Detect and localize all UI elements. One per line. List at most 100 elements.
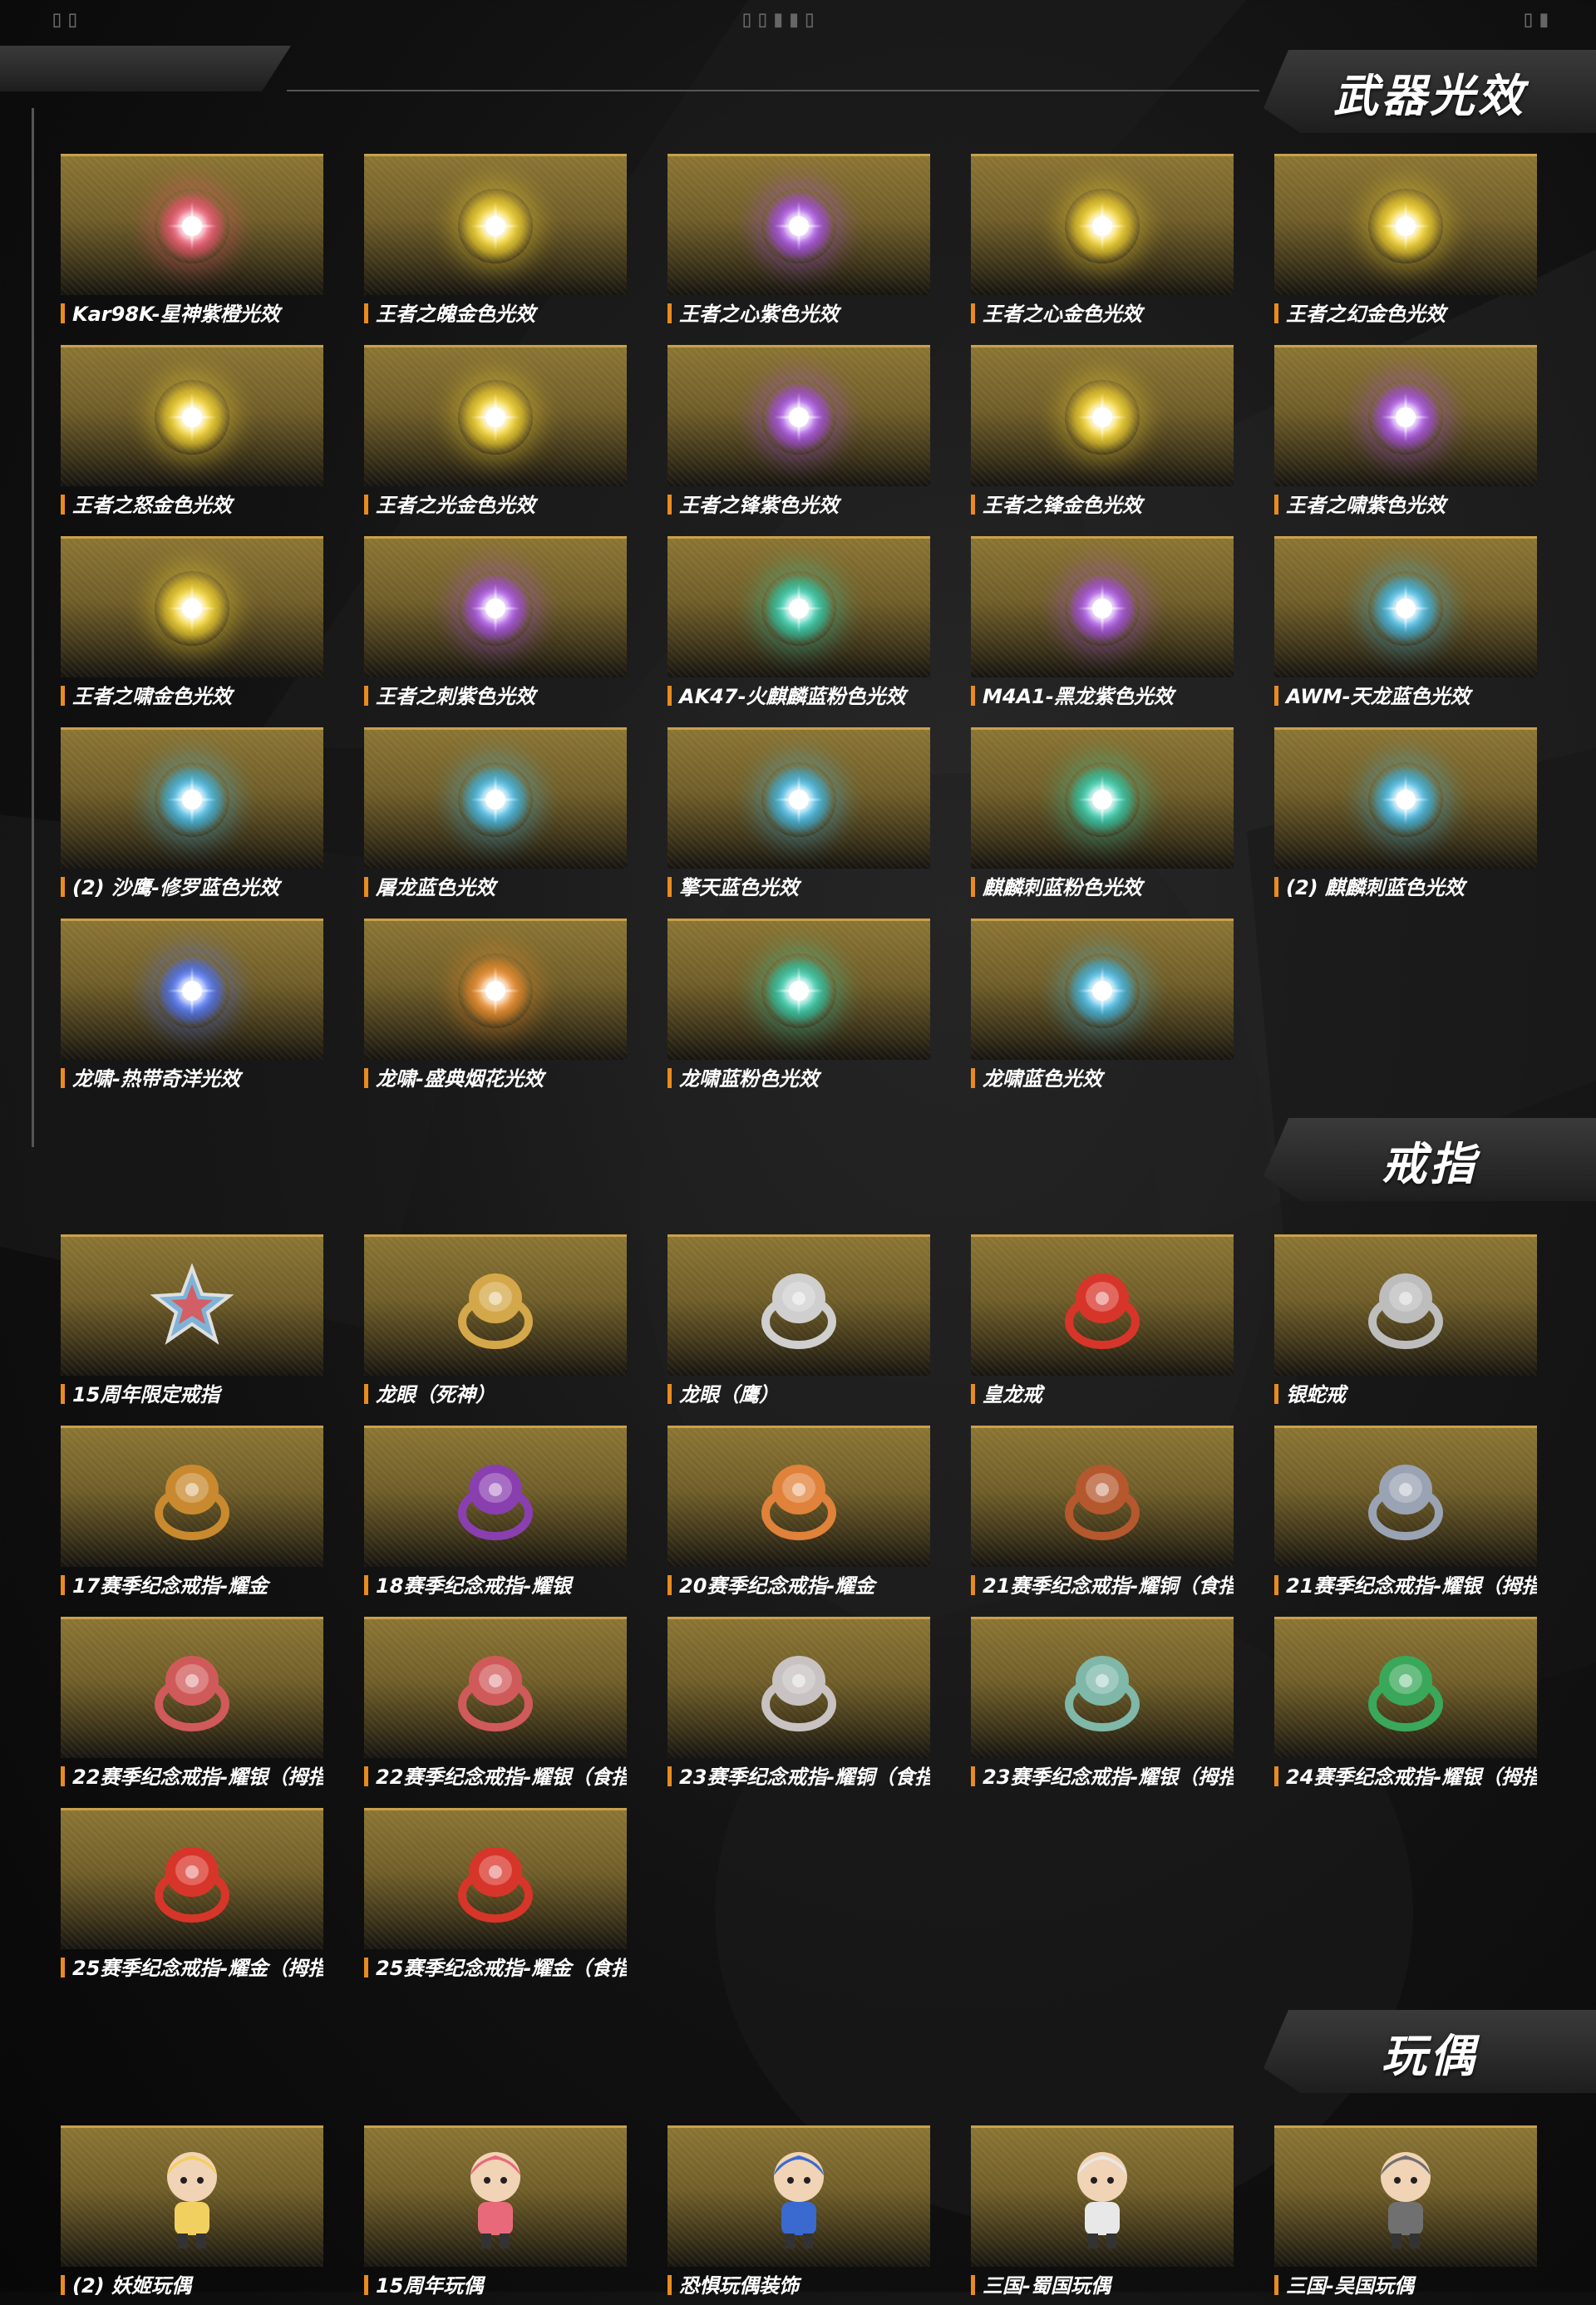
item-label: 三国-蜀国玩偶 bbox=[983, 2274, 1111, 2298]
rings-item-card[interactable]: 21赛季纪念戒指-耀银（拇指） bbox=[1274, 1426, 1537, 1605]
item-label-row: 18赛季纪念戒指-耀银 bbox=[364, 1572, 627, 1600]
rings-item-card[interactable]: 龙眼（死神） bbox=[364, 1234, 627, 1414]
effects-item-card[interactable]: 王者之锋金色光效 bbox=[971, 345, 1234, 525]
rings-item-card[interactable]: 20赛季纪念戒指-耀金 bbox=[667, 1426, 930, 1605]
label-accent-bar bbox=[1274, 495, 1278, 515]
label-accent-bar bbox=[1274, 877, 1278, 897]
item-thumbnail bbox=[667, 154, 930, 295]
item-thumbnail bbox=[971, 1617, 1234, 1758]
effects-item-card[interactable]: 王者之光金色光效 bbox=[364, 345, 627, 525]
item-thumbnail bbox=[667, 1617, 930, 1758]
item-label-row: 龙眼（鹰） bbox=[667, 1381, 930, 1409]
label-accent-bar bbox=[1274, 303, 1278, 323]
rings-item-card[interactable]: 22赛季纪念戒指-耀银（食指） bbox=[364, 1617, 627, 1796]
item-label-row: 23赛季纪念戒指-耀铜（食指） bbox=[667, 1763, 930, 1791]
item-label: 龙啸蓝粉色光效 bbox=[679, 1067, 819, 1091]
item-label: 王者之啸金色光效 bbox=[72, 685, 232, 708]
dolls-item-card[interactable]: 恐惧玩偶装饰 bbox=[667, 2125, 930, 2305]
effects-item-card[interactable]: AWM-天龙蓝色光效 bbox=[1274, 536, 1537, 716]
effects-item-card[interactable]: 王者之啸金色光效 bbox=[61, 536, 323, 716]
item-label-row: 21赛季纪念戒指-耀铜（食指） bbox=[971, 1572, 1234, 1600]
item-label: 王者之锋金色光效 bbox=[983, 494, 1142, 517]
item-label: 王者之光金色光效 bbox=[376, 494, 535, 517]
item-label: 龙眼（鹰） bbox=[679, 1383, 779, 1406]
effects-item-card[interactable]: 王者之刺紫色光效 bbox=[364, 536, 627, 716]
effects-item-card[interactable]: 王者之魄金色光效 bbox=[364, 154, 627, 333]
effects-item-card[interactable]: 王者之幻金色光效 bbox=[1274, 154, 1537, 333]
effects-item-card[interactable]: 龙啸蓝色光效 bbox=[971, 919, 1234, 1098]
effects-item-card[interactable]: Kar98K-星神紫橙光效 bbox=[61, 154, 323, 333]
effects-item-card[interactable]: 王者之锋紫色光效 bbox=[667, 345, 930, 525]
effects-item-card[interactable]: 龙啸蓝粉色光效 bbox=[667, 919, 930, 1098]
effects-item-card[interactable]: (2) 麒麟刺蓝色光效 bbox=[1274, 727, 1537, 907]
item-label: 21赛季纪念戒指-耀铜（食指） bbox=[983, 1574, 1234, 1598]
rings-item-card[interactable]: 银蛇戒 bbox=[1274, 1234, 1537, 1414]
label-accent-bar bbox=[61, 877, 65, 897]
glow-orb-icon bbox=[155, 188, 229, 263]
item-label-row: 22赛季纪念戒指-耀银（食指） bbox=[364, 1763, 627, 1791]
dolls-item-card[interactable]: 三国-蜀国玩偶 bbox=[971, 2125, 1234, 2305]
item-thumbnail bbox=[667, 536, 930, 677]
item-thumbnail bbox=[667, 919, 930, 1060]
item-label: 擎天蓝色光效 bbox=[679, 876, 799, 899]
item-label-row: 王者之光金色光效 bbox=[364, 491, 627, 520]
glow-orb-icon bbox=[1065, 379, 1140, 455]
rings-item-card[interactable]: 22赛季纪念戒指-耀银（拇指） bbox=[61, 1617, 323, 1796]
ring-icon bbox=[155, 1464, 229, 1540]
rings-item-card[interactable]: 15周年限定戒指 bbox=[61, 1234, 323, 1414]
effects-item-card[interactable]: 擎天蓝色光效 bbox=[667, 727, 930, 907]
item-label: (2) 麒麟刺蓝色光效 bbox=[1286, 876, 1465, 899]
top-left-tab bbox=[0, 46, 291, 91]
item-thumbnail bbox=[667, 1426, 930, 1567]
effects-item-card[interactable]: AK47-火麒麟蓝粉色光效 bbox=[667, 536, 930, 716]
effects-item-card[interactable]: 王者之心紫色光效 bbox=[667, 154, 930, 333]
effects-item-card[interactable]: 麒麟刺蓝粉色光效 bbox=[971, 727, 1234, 907]
glow-orb-icon bbox=[155, 761, 229, 837]
rings-item-card[interactable]: 25赛季纪念戒指-耀金（食指） bbox=[364, 1808, 627, 1987]
dolls-item-card[interactable]: (2) 妖姬玩偶 bbox=[61, 2125, 323, 2305]
rings-item-card[interactable]: 23赛季纪念戒指-耀铜（食指） bbox=[667, 1617, 930, 1796]
glow-orb-icon bbox=[155, 953, 229, 1028]
effects-item-card[interactable]: M4A1-黑龙紫色光效 bbox=[971, 536, 1234, 716]
dolls-item-card[interactable]: 15周年玩偶 bbox=[364, 2125, 627, 2305]
effects-item-card[interactable]: 龙啸-热带奇洋光效 bbox=[61, 919, 323, 1098]
label-accent-bar bbox=[364, 1766, 368, 1786]
ring-icon bbox=[458, 1273, 533, 1349]
item-thumbnail bbox=[364, 727, 627, 869]
rings-item-card[interactable]: 17赛季纪念戒指-耀金 bbox=[61, 1426, 323, 1605]
label-accent-bar bbox=[1274, 1766, 1278, 1786]
rings-item-card[interactable]: 23赛季纪念戒指-耀银（拇指） bbox=[971, 1617, 1234, 1796]
item-label: 屠龙蓝色光效 bbox=[376, 876, 495, 899]
label-accent-bar bbox=[1274, 2275, 1278, 2295]
effects-item-card[interactable]: 王者之怒金色光效 bbox=[61, 345, 323, 525]
item-label: 龙眼（死神） bbox=[376, 1383, 495, 1406]
item-label: 20赛季纪念戒指-耀金 bbox=[679, 1574, 875, 1598]
rings-item-card[interactable]: 龙眼（鹰） bbox=[667, 1234, 930, 1414]
effects-item-card[interactable]: 屠龙蓝色光效 bbox=[364, 727, 627, 907]
item-label-row: 25赛季纪念戒指-耀金（拇指） bbox=[61, 1954, 323, 1982]
item-label: (2) 沙鹰-修罗蓝色光效 bbox=[72, 876, 279, 899]
effects-item-card[interactable]: 龙啸-盛典烟花光效 bbox=[364, 919, 627, 1098]
rings-item-card[interactable]: 24赛季纪念戒指-耀银（拇指） bbox=[1274, 1617, 1537, 1796]
effects-item-card[interactable]: (2) 沙鹰-修罗蓝色光效 bbox=[61, 727, 323, 907]
label-accent-bar bbox=[971, 2275, 975, 2295]
glow-orb-icon bbox=[761, 953, 836, 1028]
item-label-row: 王者之锋紫色光效 bbox=[667, 491, 930, 520]
glow-orb-icon bbox=[1065, 761, 1140, 837]
item-label-row: 三国-吴国玩偶 bbox=[1274, 2272, 1537, 2300]
item-thumbnail bbox=[1274, 1234, 1537, 1376]
dolls-item-card[interactable]: 三国-吴国玩偶 bbox=[1274, 2125, 1537, 2305]
effects-item-card[interactable]: 王者之啸紫色光效 bbox=[1274, 345, 1537, 525]
label-accent-bar bbox=[1274, 1575, 1278, 1595]
effects-item-card[interactable]: 王者之心金色光效 bbox=[971, 154, 1234, 333]
label-accent-bar bbox=[971, 686, 975, 706]
item-label: 22赛季纪念戒指-耀银（食指） bbox=[376, 1766, 627, 1789]
label-accent-bar bbox=[61, 1766, 65, 1786]
rings-item-card[interactable]: 皇龙戒 bbox=[971, 1234, 1234, 1414]
item-label-row: (2) 沙鹰-修罗蓝色光效 bbox=[61, 874, 323, 902]
top-rule bbox=[287, 90, 1259, 91]
rings-item-card[interactable]: 18赛季纪念戒指-耀银 bbox=[364, 1426, 627, 1605]
ring-icon bbox=[458, 1846, 533, 1923]
rings-item-card[interactable]: 25赛季纪念戒指-耀金（拇指） bbox=[61, 1808, 323, 1987]
rings-item-card[interactable]: 21赛季纪念戒指-耀铜（食指） bbox=[971, 1426, 1234, 1605]
